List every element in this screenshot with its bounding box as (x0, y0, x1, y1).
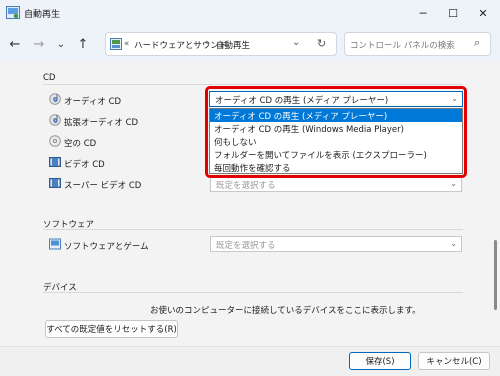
search-placeholder: コントロール パネルの検索 (350, 41, 455, 51)
autoplay-app-icon (6, 6, 20, 19)
audio-cd-action-select[interactable]: オーディオ CD の再生 (メディア プレーヤー) ⌄ (209, 91, 463, 107)
control-panel-icon (110, 38, 122, 50)
reset-all-defaults-button[interactable]: すべての既定値をリセットする(R) (45, 320, 178, 338)
address-dropdown-icon[interactable]: ⌄ (292, 37, 300, 48)
chevron-down-icon: ⌄ (450, 239, 457, 248)
up-icon[interactable]: ↑ (74, 36, 92, 52)
enhanced-audio-cd-icon (49, 114, 61, 126)
dropdown-option-ask-every-time[interactable]: 毎回動作を確認する (210, 161, 462, 174)
software-games-icon (49, 238, 61, 250)
breadcrumb-overflow[interactable]: « (124, 39, 129, 49)
dropdown-option-do-nothing[interactable]: 何もしない (210, 135, 462, 148)
select-value: 既定を選択する (216, 241, 276, 251)
audio-cd-label: オーディオ CD (64, 97, 122, 107)
cd-section-divider (43, 84, 463, 85)
dropdown-list: オーディオ CD の再生 (メディア プレーヤー) オーディオ CD の再生 (… (209, 108, 463, 174)
breadcrumb-current[interactable]: 自動再生 (216, 39, 250, 51)
selected-action: オーディオ CD の再生 (メディア プレーヤー) (215, 96, 389, 106)
breadcrumb-parent[interactable]: ハードウェアとサウンド (134, 39, 227, 51)
dropdown-option-open-folder[interactable]: フォルダーを開いてファイルを表示 (エクスプローラー) (210, 148, 462, 161)
dropdown-option-windows-media-player[interactable]: オーディオ CD の再生 (Windows Media Player) (210, 122, 462, 135)
blank-cd-icon (49, 135, 61, 147)
super-video-cd-icon (49, 178, 61, 188)
breadcrumb-separator[interactable]: › (206, 38, 209, 48)
select-value: 既定を選択する (216, 181, 276, 191)
software-section-divider (43, 229, 463, 230)
save-button[interactable]: 保存(S) (349, 352, 411, 370)
software-games-label: ソフトウェアとゲーム (64, 242, 149, 252)
super-video-cd-label: スーパー ビデオ CD (64, 181, 142, 191)
super-video-cd-select[interactable]: 既定を選択する ⌄ (210, 176, 462, 192)
devices-section-divider (43, 292, 463, 293)
cd-section-title: CD (43, 73, 56, 83)
video-cd-icon (49, 157, 61, 167)
forward-icon[interactable]: → (30, 36, 48, 52)
audio-cd-icon (49, 93, 61, 105)
maximize-button[interactable]: ☐ (438, 0, 468, 26)
chevron-down-icon: ⌄ (450, 179, 457, 188)
scrollbar-thumb[interactable] (494, 240, 497, 310)
back-icon[interactable]: ← (6, 36, 24, 52)
video-cd-label: ビデオ CD (64, 160, 105, 170)
dropdown-option-media-player[interactable]: オーディオ CD の再生 (メディア プレーヤー) (210, 109, 462, 122)
close-button[interactable]: ✕ (468, 0, 498, 26)
cancel-button[interactable]: キャンセル(C) (418, 352, 490, 370)
blank-cd-label: 空の CD (64, 139, 97, 149)
software-games-select[interactable]: 既定を選択する ⌄ (210, 236, 462, 252)
chevron-down-icon: ⌄ (451, 94, 458, 103)
devices-message: お使いのコンピューターに接続しているデバイスをここに表示します。 (150, 306, 421, 316)
enhanced-audio-cd-label: 拡張オーディオ CD (64, 118, 139, 128)
recent-locations-icon[interactable]: ⌄ (52, 36, 70, 52)
minimize-button[interactable]: ─ (408, 0, 438, 26)
search-icon[interactable]: ⌕ (474, 36, 480, 50)
window-title: 自動再生 (24, 10, 61, 20)
refresh-icon[interactable]: ↻ (317, 37, 326, 50)
